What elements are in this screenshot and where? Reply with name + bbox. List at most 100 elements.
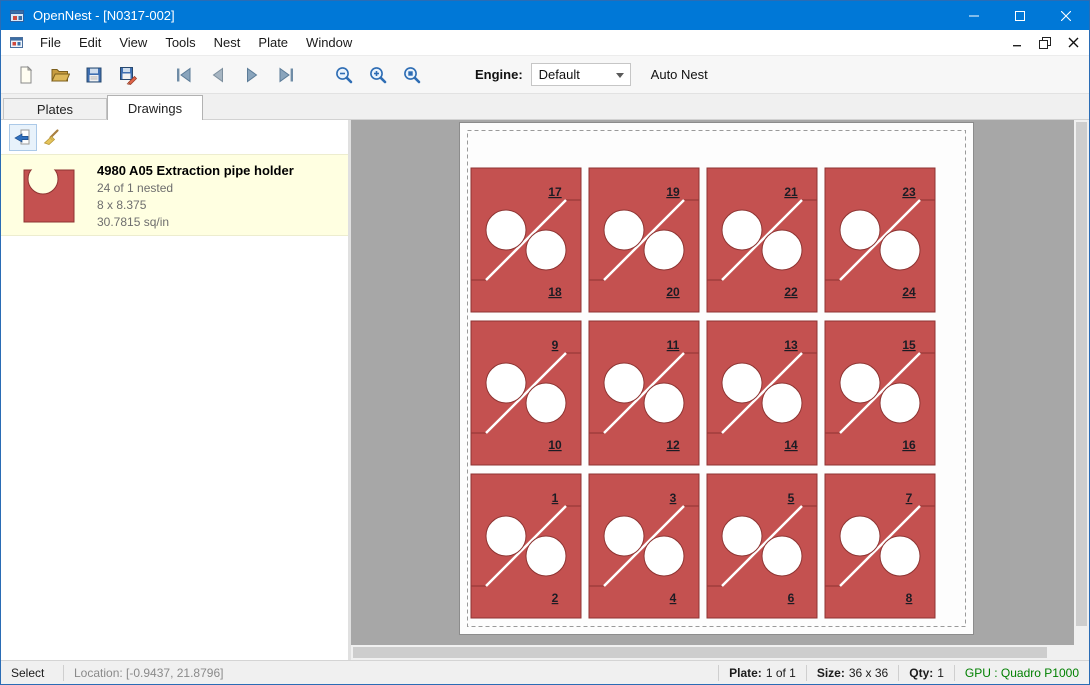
- pipe-hole-top: [604, 363, 644, 403]
- pipe-hole-bottom: [644, 536, 684, 576]
- part-number-top[interactable]: 15: [902, 338, 916, 352]
- pipe-hole-top: [722, 210, 762, 250]
- drawing-dimensions: 8 x 8.375: [97, 198, 294, 212]
- return-part-icon: [14, 128, 32, 146]
- app-window: OpenNest - [N0317-002] File Edit View To…: [0, 0, 1090, 685]
- pipe-hole-bottom: [880, 536, 920, 576]
- part-number-bottom[interactable]: 8: [906, 591, 913, 605]
- status-gpu: GPU : Quadro P1000: [955, 666, 1089, 680]
- mdi-close-icon: [1068, 37, 1079, 48]
- engine-selected-value: Default: [539, 67, 580, 82]
- part-number-bottom[interactable]: 20: [666, 285, 680, 299]
- pipe-hole-bottom: [526, 536, 566, 576]
- menu-plate[interactable]: Plate: [249, 31, 297, 54]
- part-number-bottom[interactable]: 18: [548, 285, 562, 299]
- go-last-button[interactable]: [269, 59, 303, 91]
- close-button[interactable]: [1043, 1, 1089, 30]
- pipe-hole-bottom: [762, 536, 802, 576]
- go-first-button[interactable]: [167, 59, 201, 91]
- part-thumbnail: [1, 155, 97, 235]
- zoom-out-button[interactable]: [327, 59, 361, 91]
- zoom-toolbar-group: [327, 59, 429, 91]
- zoom-in-button[interactable]: [361, 59, 395, 91]
- part-number-top[interactable]: 5: [788, 491, 795, 505]
- menu-window[interactable]: Window: [297, 31, 361, 54]
- part-number-bottom[interactable]: 6: [788, 591, 795, 605]
- part-number-top[interactable]: 23: [902, 185, 916, 199]
- part-number-bottom[interactable]: 24: [902, 285, 916, 299]
- nest-pair[interactable]: 13 14: [707, 321, 817, 465]
- nest-pair[interactable]: 56: [707, 474, 817, 618]
- status-qty-label: Qty:: [909, 666, 933, 680]
- nest-pair[interactable]: 1718: [471, 168, 581, 312]
- part-number-top[interactable]: 17: [548, 185, 562, 199]
- menu-nest[interactable]: Nest: [205, 31, 250, 54]
- go-previous-button[interactable]: [201, 59, 235, 91]
- maximize-button[interactable]: [997, 1, 1043, 30]
- nest-svg[interactable]: 171819202122232491011121314151612345678: [459, 122, 974, 635]
- main-toolbar: Engine: Default Auto Nest: [1, 56, 1089, 94]
- new-file-button[interactable]: [9, 59, 43, 91]
- save-edit-button[interactable]: [111, 59, 145, 91]
- nest-pair[interactable]: 1516: [825, 321, 935, 465]
- engine-select[interactable]: Default: [531, 63, 631, 86]
- pipe-hole-bottom: [880, 383, 920, 423]
- part-number-bottom[interactable]: 4: [670, 591, 677, 605]
- menu-tools[interactable]: Tools: [156, 31, 204, 54]
- go-previous-icon: [208, 65, 228, 85]
- menu-file[interactable]: File: [31, 31, 70, 54]
- tab-plates[interactable]: Plates: [3, 98, 107, 119]
- mdi-minimize-button[interactable]: [1005, 33, 1029, 53]
- part-number-top[interactable]: 7: [906, 491, 913, 505]
- part-number-bottom[interactable]: 14: [784, 438, 798, 452]
- pipe-hole-top: [486, 516, 526, 556]
- mdi-restore-button[interactable]: [1033, 33, 1057, 53]
- part-number-top[interactable]: 3: [670, 491, 677, 505]
- return-part-button[interactable]: [9, 124, 37, 151]
- open-file-button[interactable]: [43, 59, 77, 91]
- part-number-top[interactable]: 13: [784, 338, 798, 352]
- mdi-restore-icon: [1039, 37, 1051, 49]
- horizontal-scrollbar-thumb[interactable]: [353, 647, 1047, 658]
- nest-pair[interactable]: 21 22: [707, 168, 817, 312]
- part-number-bottom[interactable]: 22: [784, 285, 798, 299]
- part-number-top[interactable]: 21: [784, 185, 798, 199]
- nest-pair[interactable]: 78: [825, 474, 935, 618]
- nest-pair[interactable]: 9 10: [471, 321, 581, 465]
- minimize-button[interactable]: [951, 1, 997, 30]
- nest-pair[interactable]: 11 12: [589, 321, 699, 465]
- vertical-scrollbar-thumb[interactable]: [1076, 122, 1087, 626]
- plate-sheet[interactable]: 171819202122232491011121314151612345678: [459, 122, 974, 635]
- auto-nest-label[interactable]: Auto Nest: [651, 67, 708, 82]
- part-number-top[interactable]: 9: [552, 338, 559, 352]
- chevron-down-icon: [616, 73, 624, 78]
- part-number-bottom[interactable]: 2: [552, 591, 559, 605]
- nest-pair[interactable]: 12: [471, 474, 581, 618]
- panel-tabstrip: Plates Drawings: [1, 94, 1089, 120]
- part-number-bottom[interactable]: 10: [548, 438, 562, 452]
- zoom-fit-button[interactable]: [395, 59, 429, 91]
- part-number-bottom[interactable]: 12: [666, 438, 680, 452]
- part-number-top[interactable]: 19: [666, 185, 680, 199]
- new-file-icon: [16, 65, 36, 85]
- nest-pair[interactable]: 34: [589, 474, 699, 618]
- menu-view[interactable]: View: [110, 31, 156, 54]
- part-number-bottom[interactable]: 16: [902, 438, 916, 452]
- nest-pair[interactable]: 1920: [589, 168, 699, 312]
- part-number-top[interactable]: 1: [552, 491, 559, 505]
- nest-pair[interactable]: 23 24: [825, 168, 935, 312]
- part-number-top[interactable]: 11: [667, 338, 680, 352]
- mdi-close-button[interactable]: [1061, 33, 1085, 53]
- save-button[interactable]: [77, 59, 111, 91]
- horizontal-scrollbar[interactable]: [351, 645, 1074, 660]
- tab-drawings[interactable]: Drawings: [107, 95, 203, 120]
- menu-edit[interactable]: Edit: [70, 31, 110, 54]
- status-mode: Select: [1, 666, 63, 680]
- nest-canvas[interactable]: 171819202122232491011121314151612345678: [351, 120, 1089, 660]
- status-size-value: 36 x 36: [849, 666, 888, 680]
- vertical-scrollbar[interactable]: [1074, 120, 1089, 645]
- clean-button[interactable]: [37, 124, 65, 151]
- document-icon: [9, 35, 25, 51]
- go-next-button[interactable]: [235, 59, 269, 91]
- drawing-list-item[interactable]: 4980 A05 Extraction pipe holder 24 of 1 …: [1, 154, 348, 236]
